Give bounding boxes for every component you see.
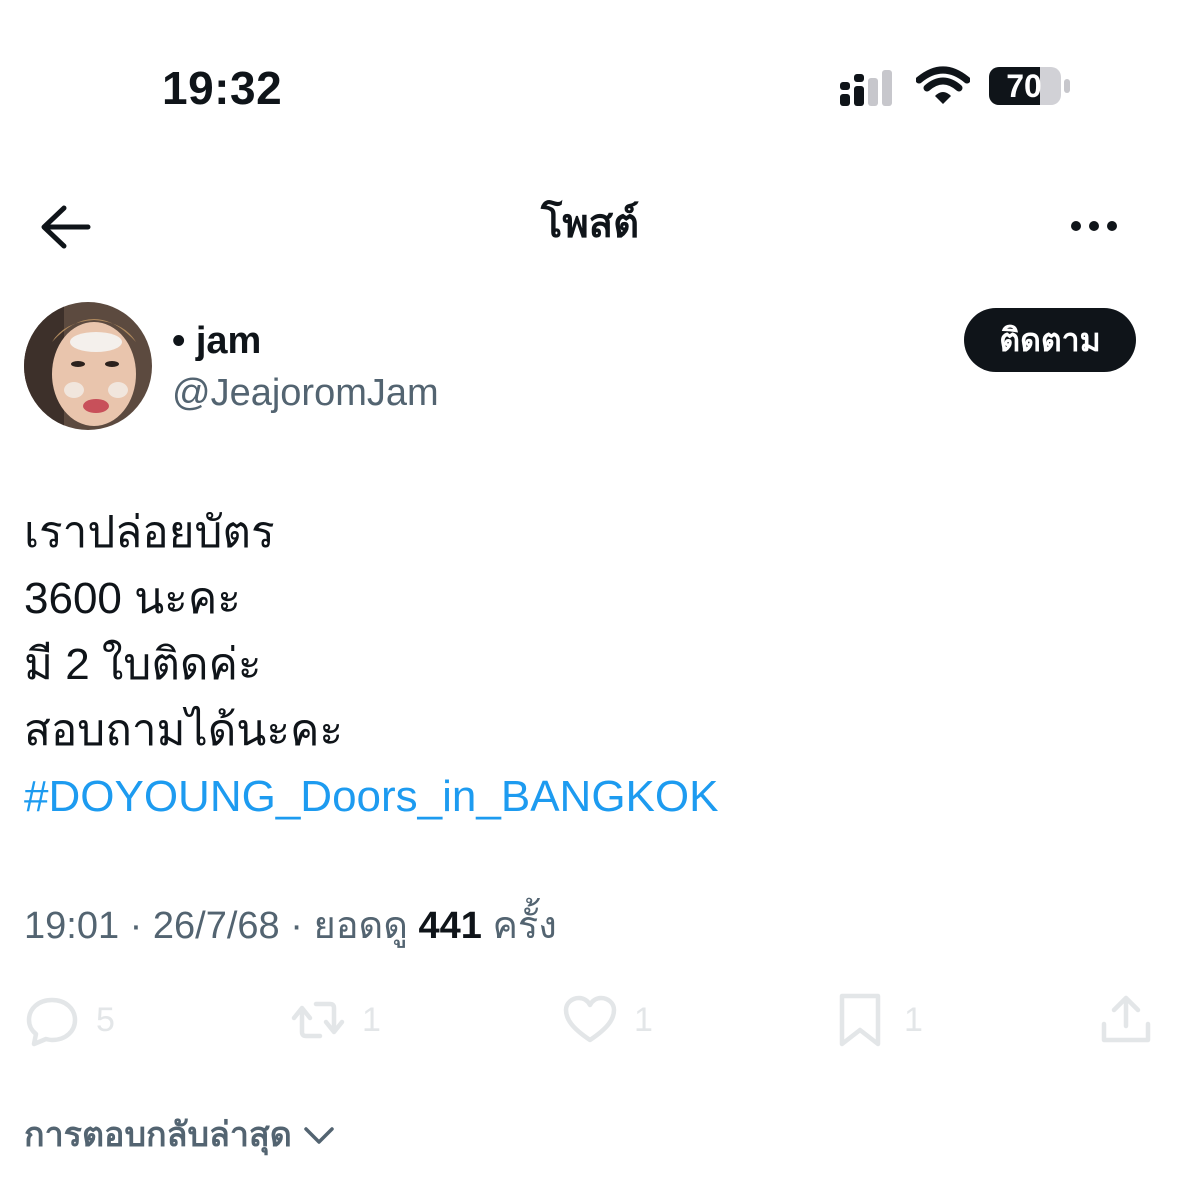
- meta-separator: ·: [129, 905, 153, 947]
- reply-icon: [26, 997, 78, 1047]
- tweet-meta: 19:01 · 26/7/68 · ยอดดู 441 ครั้ง: [24, 898, 557, 954]
- more-options-icon[interactable]: [1066, 206, 1126, 246]
- tweet-date: 26/7/68: [152, 905, 280, 947]
- tweet-time: 19:01: [24, 905, 120, 947]
- heart-icon: [563, 995, 617, 1043]
- author-handle[interactable]: @JeajoromJam: [172, 370, 439, 416]
- like-button[interactable]: 1: [562, 990, 653, 1050]
- battery-icon: 70: [988, 66, 1074, 106]
- cellular-signal-icon: [840, 70, 892, 106]
- views-count: 441: [418, 905, 482, 947]
- bookmark-button[interactable]: 1: [832, 990, 923, 1050]
- battery-level: 70: [1006, 68, 1042, 104]
- bookmark-icon: [839, 993, 881, 1047]
- tweet-line: มี 2 ใบติดค่ะ: [24, 640, 262, 689]
- share-icon: [1101, 995, 1151, 1043]
- follow-button[interactable]: ติดตาม: [964, 308, 1136, 372]
- author-display-name[interactable]: • jam: [172, 318, 261, 364]
- replies-sort-dropdown[interactable]: การตอบกลับล่าสุด: [24, 1108, 336, 1162]
- retweet-icon: [291, 1001, 345, 1039]
- views-prefix: ยอดดู: [313, 905, 408, 947]
- bookmark-count: 1: [904, 1001, 923, 1039]
- wifi-icon: [916, 66, 970, 104]
- tweet-text: เราปล่อยบัตร 3600 นะคะ มี 2 ใบติดค่ะ สอบ…: [24, 500, 1154, 830]
- like-count: 1: [634, 1001, 653, 1039]
- replies-sort-label: การตอบกลับล่าสุด: [24, 1116, 292, 1154]
- reply-button[interactable]: 5: [24, 990, 115, 1050]
- tweet-line: 3600 นะคะ: [24, 574, 241, 623]
- views-suffix: ครั้ง: [492, 905, 557, 947]
- retweet-count: 1: [362, 1001, 381, 1039]
- back-arrow-icon[interactable]: [36, 200, 96, 254]
- tweet-line: เราปล่อยบัตร: [24, 508, 275, 557]
- status-time: 19:32: [162, 62, 283, 114]
- meta-separator: ·: [290, 905, 314, 947]
- reply-count: 5: [96, 1001, 115, 1039]
- avatar[interactable]: [24, 302, 152, 430]
- chevron-down-icon: [304, 1127, 334, 1144]
- share-button[interactable]: [1098, 990, 1154, 1050]
- page-title: โพสต์: [540, 202, 640, 246]
- retweet-button[interactable]: 1: [290, 990, 381, 1050]
- hashtag-link[interactable]: #DOYOUNG_Doors_in_BANGKOK: [24, 764, 1154, 830]
- tweet-line: สอบถามได้นะคะ: [24, 706, 344, 755]
